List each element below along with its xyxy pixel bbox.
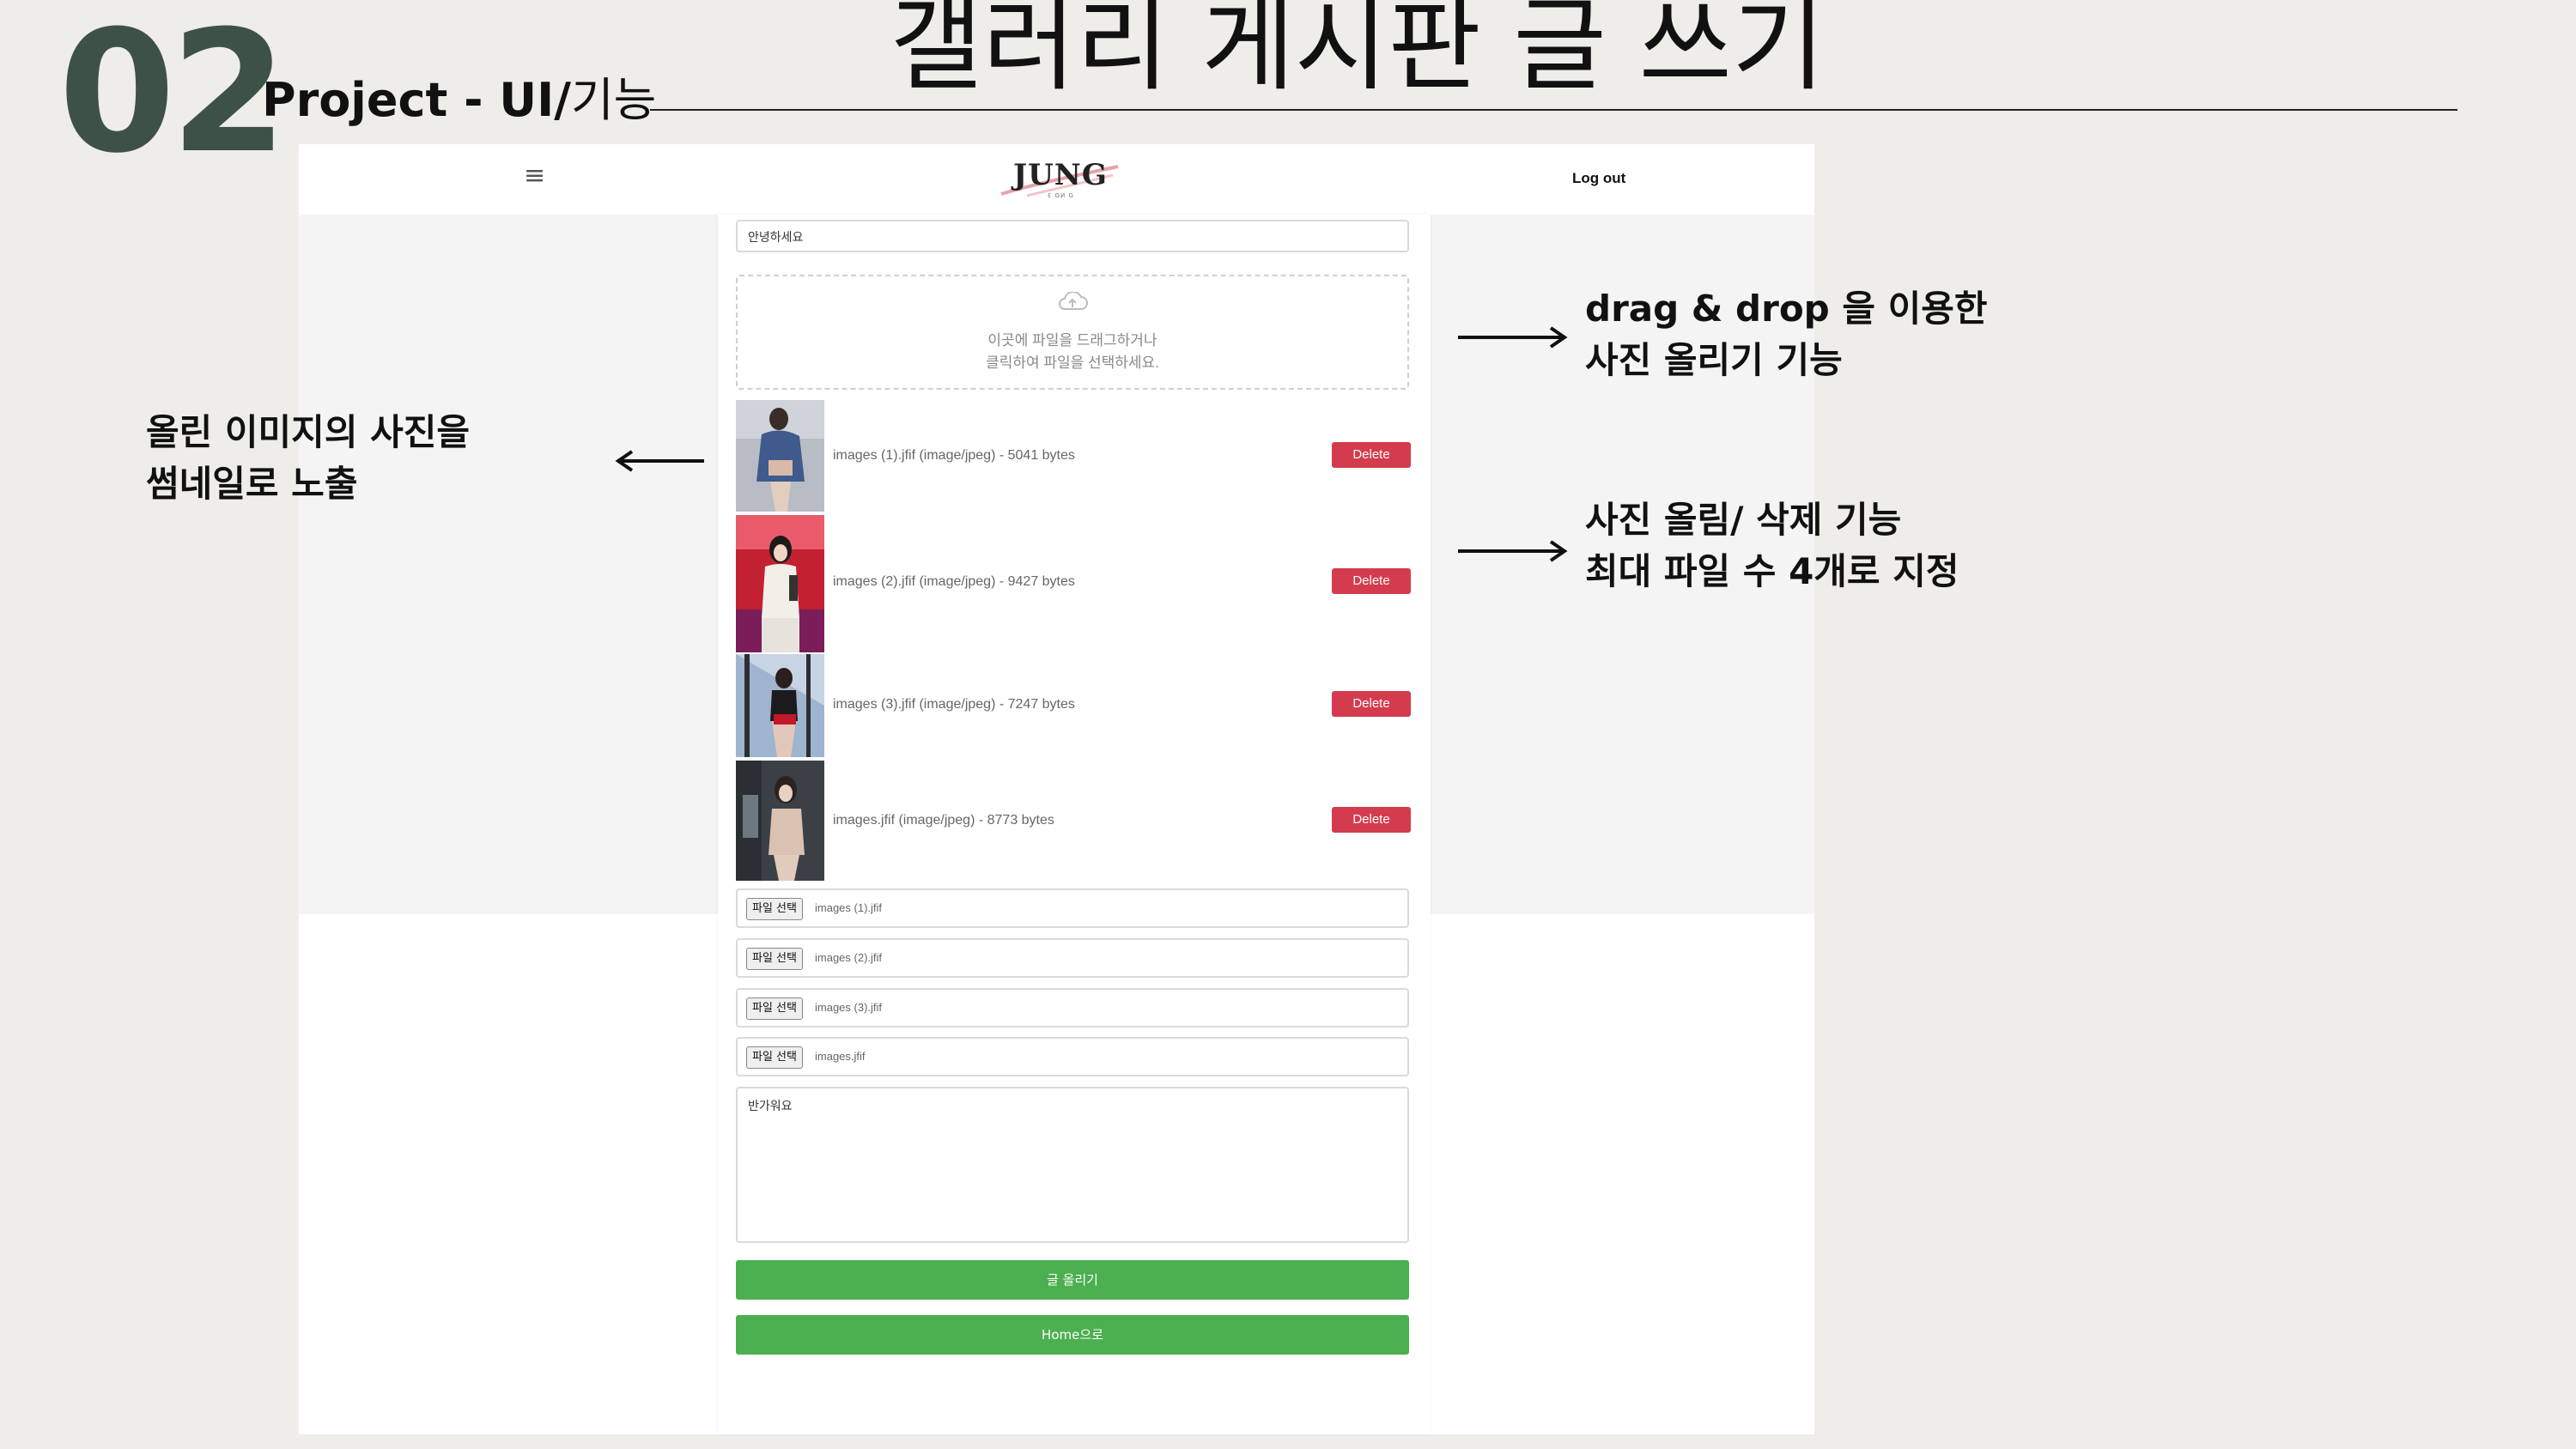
content-textarea[interactable]: 반가워요 [736,1087,1409,1243]
header-rule [650,109,2458,111]
upload-file-info: images (2).jfif (image/jpeg) - 9427 byte… [833,574,1075,589]
file-input[interactable]: 파일 선택 images.jfif [736,1037,1409,1076]
annotation-thumbnail: 올린 이미지의 사진을 썸네일로 노출 [146,407,470,510]
annotation-line: 올린 이미지의 사진을 [146,411,471,453]
file-dropzone[interactable]: 이곳에 파일을 드래그하거나 클릭하여 파일을 선택하세요. [736,275,1409,390]
delete-button[interactable]: Delete [1332,442,1411,468]
upload-file-info: images.jfif (image/jpeg) - 8773 bytes [833,813,1054,828]
hamburger-menu-icon[interactable]: ≡ [524,163,545,189]
choose-file-button[interactable]: 파일 선택 [746,1046,803,1069]
choose-file-button[interactable]: 파일 선택 [746,898,803,920]
write-form-panel: 안녕하세요 이곳에 파일을 드래그하거나 클릭하여 파일을 선택하세요. ima… [718,215,1431,1434]
upload-file-info: images (1).jfif (image/jpeg) - 5041 byte… [833,448,1075,463]
delete-button[interactable]: Delete [1332,568,1411,594]
slide-subtitle-bold: Project - UI/ [262,73,571,127]
upload-file-info: images (3).jfif (image/jpeg) - 7247 byte… [833,697,1075,712]
file-input[interactable]: 파일 선택 images (1).jfif [736,888,1409,928]
slide-title: 갤러리 게시판 글 쓰기 [890,0,1826,105]
content-textarea-value: 반가워요 [748,1099,793,1113]
arrow-right-icon [1458,540,1568,562]
cloud-upload-icon [1059,292,1088,310]
file-input[interactable]: 파일 선택 images (2).jfif [736,938,1409,978]
submit-post-button[interactable]: 글 올리기 [736,1260,1409,1300]
arrow-left-icon [615,450,704,472]
dropzone-text-line1: 이곳에 파일을 드래그하거나 [987,332,1157,349]
annotation-line: 사진 올림/ 삭제 기능 [1585,499,1902,541]
delete-button[interactable]: Delete [1332,691,1411,717]
title-input-value: 안녕하세요 [748,230,804,244]
slide-subtitle: Project - UI/기능 [262,77,656,124]
chosen-file-name: images (3).jfif [815,1001,883,1014]
slide-subtitle-rest: 기능 [570,73,657,127]
logo[interactable]: JUNG Ɛ OИ G [993,153,1121,204]
thumbnail-image [736,400,824,512]
navbar: ≡ JUNG Ɛ OИ G Log out [299,144,1814,215]
annotation-line: 최대 파일 수 4개로 지정 [1585,550,1959,592]
arrow-right-icon [1458,326,1568,349]
thumbnail-image [736,761,824,881]
file-input[interactable]: 파일 선택 images (3).jfif [736,988,1409,1028]
chosen-file-name: images (2).jfif [815,951,883,964]
annotation-line: 썸네일로 노출 [146,463,358,505]
delete-button[interactable]: Delete [1332,807,1411,833]
slide-number: 02 [58,0,288,191]
logo-small-text: Ɛ OИ G [1048,192,1074,199]
choose-file-button[interactable]: 파일 선택 [746,997,803,1020]
annotation-upload-delete: 사진 올림/ 삭제 기능 최대 파일 수 4개로 지정 [1585,494,1959,597]
thumbnail-image [736,515,824,652]
annotation-line: drag & drop 을 이용한 [1585,288,1988,330]
chosen-file-name: images.jfif [815,1050,866,1063]
choose-file-button[interactable]: 파일 선택 [746,948,803,970]
dropzone-text-line2: 클릭하여 파일을 선택하세요. [986,355,1159,371]
title-input[interactable]: 안녕하세요 [736,220,1409,252]
logout-link[interactable]: Log out [1572,170,1625,187]
chosen-file-name: images (1).jfif [815,901,883,914]
annotation-dragdrop: drag & drop 을 이용한 사진 올리기 기능 [1585,283,1988,386]
annotation-line: 사진 올리기 기능 [1585,339,1843,381]
home-button[interactable]: Home으로 [736,1315,1409,1355]
thumbnail-image [736,654,824,757]
logo-text: JUNG [1013,158,1108,192]
